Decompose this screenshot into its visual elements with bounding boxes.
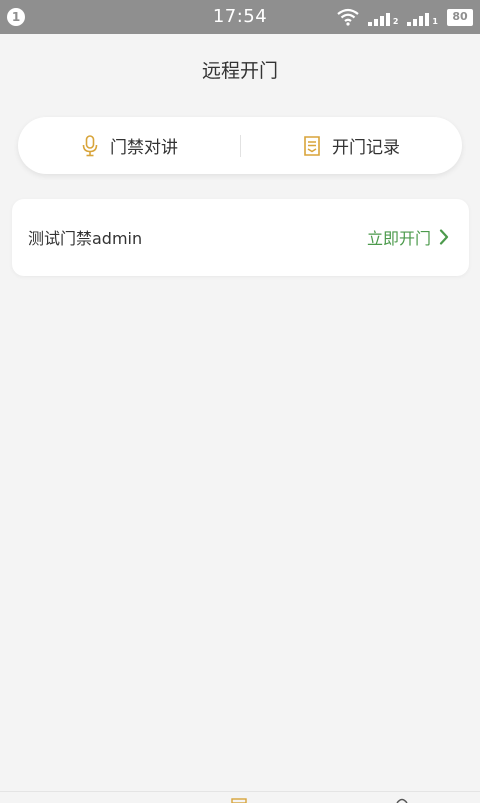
microphone-icon xyxy=(80,134,100,157)
open-records-label: 开门记录 xyxy=(332,138,400,158)
status-icons: 2 1 80 xyxy=(337,8,473,26)
function-segment: 门禁对讲 开门记录 xyxy=(18,117,462,174)
profile-tab-icon[interactable] xyxy=(396,798,408,803)
intercom-label: 门禁对讲 xyxy=(110,138,178,158)
signal-icon: 1 xyxy=(407,10,438,26)
page-title: 远程开门 xyxy=(201,60,278,82)
status-bar: 1 17:54 2 1 80 xyxy=(0,0,480,34)
home-tab-icon[interactable] xyxy=(231,798,247,803)
open-records-button[interactable]: 开门记录 xyxy=(302,117,400,174)
document-icon xyxy=(302,135,322,157)
open-door-label: 立即开门 xyxy=(366,229,431,248)
signal-icon: 2 xyxy=(367,10,398,26)
wifi-icon xyxy=(337,8,359,26)
chevron-right-icon xyxy=(439,229,449,245)
door-name: 测试门禁admin xyxy=(28,229,143,248)
open-door-button[interactable]: 立即开门 xyxy=(367,225,449,249)
segment-divider xyxy=(240,135,241,157)
bottom-nav-border xyxy=(0,791,480,792)
intercom-button[interactable]: 门禁对讲 xyxy=(80,117,178,174)
door-list-item: 测试门禁admin 立即开门 xyxy=(12,199,469,276)
battery-icon: 80 xyxy=(447,9,473,26)
